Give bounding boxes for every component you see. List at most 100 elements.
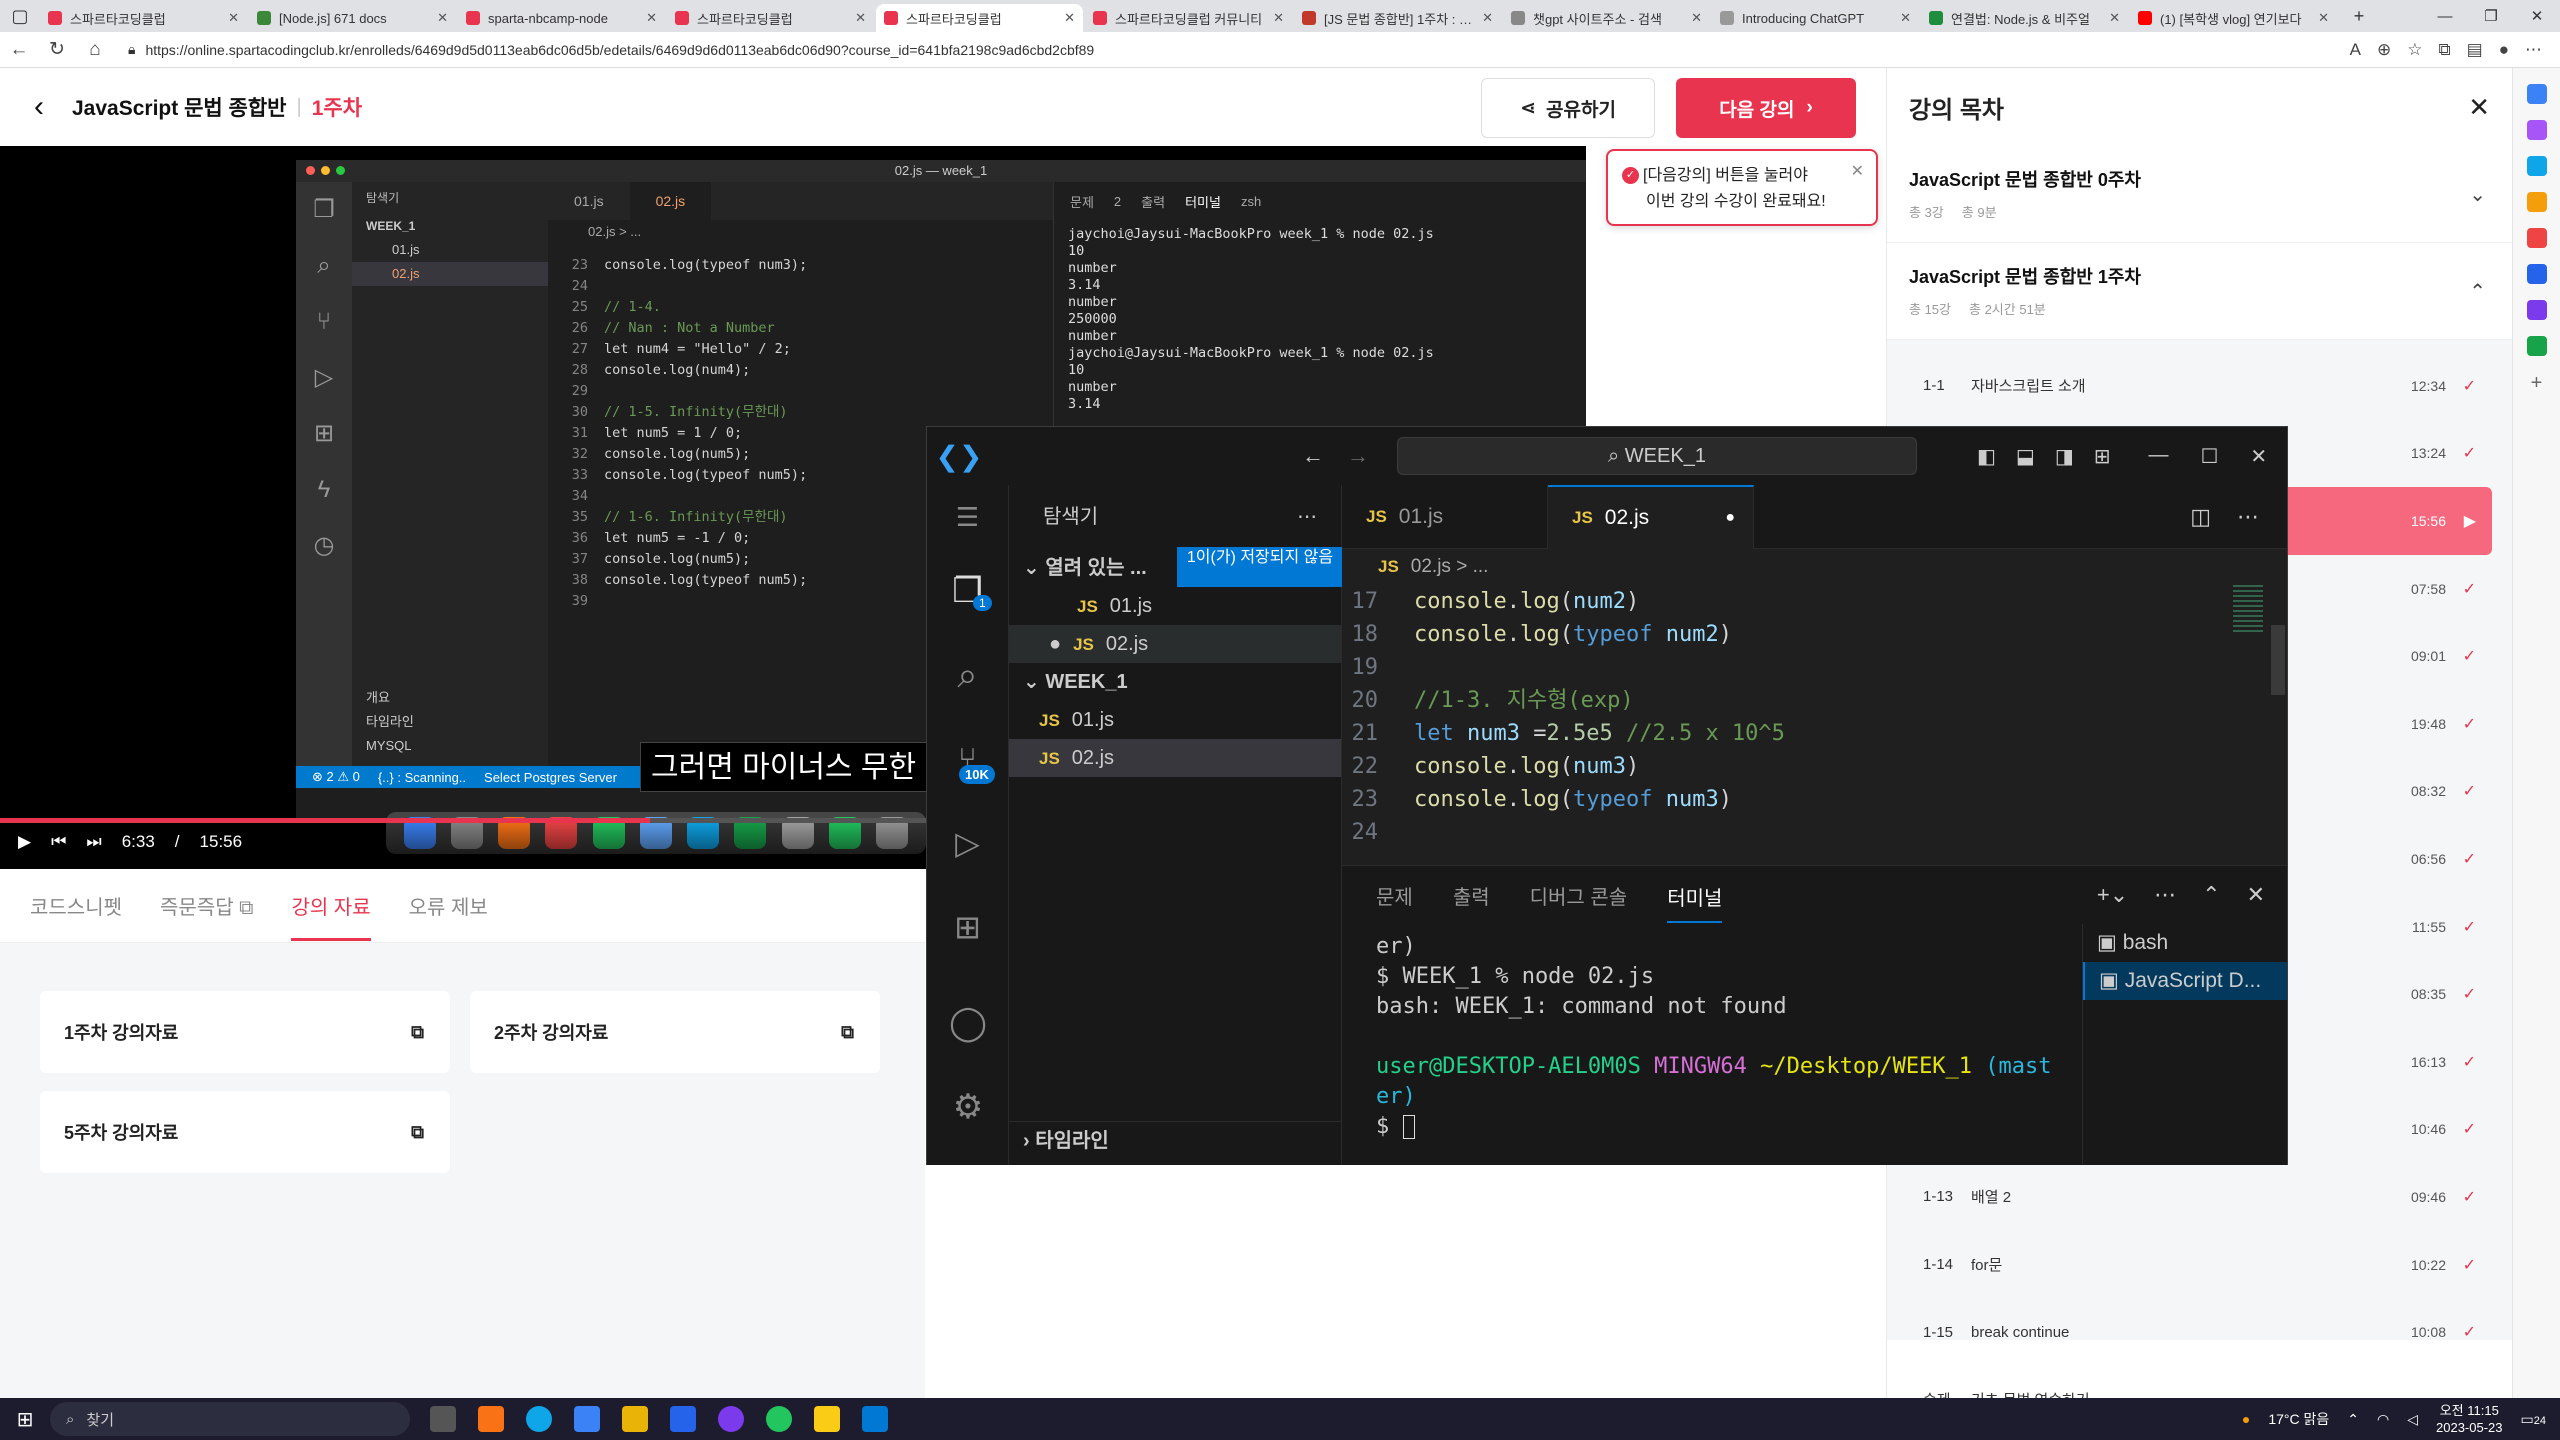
tab-actions-icon[interactable]: ▢: [0, 0, 40, 32]
lesson-item[interactable]: 1-1 자바스크립트 소개 12:34 ✓: [1907, 352, 2492, 420]
tab-close-icon[interactable]: ✕: [1482, 10, 1493, 26]
close-window-icon[interactable]: ✕: [2514, 0, 2560, 32]
edge-icon[interactable]: [526, 1406, 552, 1432]
close-curriculum-icon[interactable]: ✕: [2468, 92, 2490, 123]
wifi-icon[interactable]: ◠: [2377, 1411, 2389, 1428]
browser-tab[interactable]: Introducing ChatGPT ✕: [1712, 4, 1919, 32]
add-sidebar-icon[interactable]: +: [2527, 372, 2547, 394]
tray-chevron-icon[interactable]: ⌃: [2347, 1411, 2359, 1428]
lesson-item[interactable]: 1-13 배열 2 09:46 ✓: [1907, 1163, 2492, 1231]
back-icon[interactable]: ←: [0, 39, 38, 61]
volume-icon[interactable]: ◁: [2407, 1411, 2418, 1428]
run-debug-icon[interactable]: ▷: [927, 801, 1008, 885]
back-arrow-icon[interactable]: ‹: [34, 90, 44, 124]
minimap[interactable]: [2233, 585, 2263, 635]
open-editors-section[interactable]: ⌄ 열려 있는 ... 1이(가) 저장되지 않음: [1009, 547, 1343, 587]
folder-icon[interactable]: [622, 1406, 648, 1432]
read-aloud-icon[interactable]: A: [2350, 40, 2361, 60]
chevron-icon[interactable]: ⌃: [2469, 279, 2486, 304]
browser-tab[interactable]: 스파르타코딩클럽 ✕: [667, 4, 874, 32]
tab-close-icon[interactable]: ✕: [855, 10, 866, 26]
zoom-icon[interactable]: ⊕: [2377, 40, 2391, 60]
toggle-panel-icon[interactable]: ⬓: [2016, 444, 2035, 469]
settings-gear-icon[interactable]: ⚙: [927, 1065, 1009, 1149]
lesson-item[interactable]: 숙제기초 문법 연습하기: [1907, 1366, 2492, 1398]
tab-snippets[interactable]: 코드스니펫: [30, 891, 122, 920]
tab-qna[interactable]: 즉문즉답 ⧉: [160, 891, 253, 920]
open-editor-item[interactable]: JS 01.js: [1009, 587, 1341, 625]
url-field[interactable]: 🔒︎ https://online.spartacodingclub.kr/en…: [128, 41, 2350, 58]
tab-close-icon[interactable]: ✕: [228, 10, 239, 26]
extensions-icon[interactable]: ⊞: [927, 885, 1008, 969]
taskbar-search[interactable]: ⌕ 찾기: [50, 1402, 410, 1436]
maximize-icon[interactable]: ❐: [2468, 0, 2514, 32]
editor-more-icon[interactable]: ⋯: [2237, 504, 2259, 530]
new-tab-button[interactable]: +: [2339, 0, 2379, 32]
weather-text[interactable]: 17°C 맑음: [2268, 1409, 2329, 1429]
back-nav-icon[interactable]: ←: [1302, 443, 1324, 469]
extensions-icon[interactable]: ⧉: [2439, 40, 2451, 60]
tab-close-icon[interactable]: ✕: [1064, 10, 1075, 26]
panel-tab-problems[interactable]: 문제: [1376, 881, 1413, 910]
terminal-item[interactable]: ▣ bash: [2083, 924, 2287, 962]
tab-close-icon[interactable]: ✕: [1691, 10, 1702, 26]
file-item[interactable]: JS 02.js: [1009, 739, 1341, 777]
maximize-icon[interactable]: ☐: [2200, 444, 2218, 469]
minimize-icon[interactable]: —: [2148, 444, 2168, 469]
play-icon[interactable]: ▶: [18, 832, 31, 852]
browser-tab[interactable]: 챗gpt 사이트주소 - 검색 ✕: [1503, 4, 1710, 32]
office-icon[interactable]: [2526, 228, 2547, 248]
skip-back-icon[interactable]: ⏮: [51, 832, 66, 852]
forward-nav-icon[interactable]: →: [1347, 443, 1369, 469]
drop-icon[interactable]: [2526, 336, 2547, 356]
terminal-output[interactable]: er) $ WEEK_1 % node 02.js bash: WEEK_1: co…: [1342, 924, 2082, 1164]
browser-tab[interactable]: 연결법: Node.js & 비주얼 ✕: [1921, 4, 2128, 32]
close-icon[interactable]: ✕: [2250, 444, 2267, 469]
account-icon[interactable]: ◯: [927, 981, 1009, 1065]
timeline-section[interactable]: › 타임라인: [1009, 1121, 1342, 1159]
panel-more-icon[interactable]: ⋯: [2154, 882, 2176, 908]
home-icon[interactable]: ⌂: [76, 39, 114, 61]
mail-icon[interactable]: [670, 1406, 696, 1432]
panel-tab-debug[interactable]: 디버그 콘솔: [1530, 881, 1628, 910]
vscode-taskbar-icon[interactable]: [862, 1406, 888, 1432]
tab-close-icon[interactable]: ✕: [1273, 10, 1284, 26]
toggle-sidebar-icon[interactable]: ◧: [1977, 444, 1996, 469]
curriculum-section[interactable]: JavaScript 문법 종합반 1주차 총 15강 총 2시간 51분 ⌃: [1887, 243, 2512, 340]
designer-icon[interactable]: [2526, 300, 2547, 320]
layout-icon[interactable]: ⊞: [2094, 444, 2111, 469]
material-card[interactable]: 1주차 강의자료 ⧉: [40, 991, 450, 1073]
browser-tab[interactable]: sparta-nbcamp-node ✕: [458, 4, 665, 32]
tab-02js[interactable]: JS 02.js ●: [1548, 485, 1754, 549]
explorer-icon[interactable]: ❐ 1: [927, 549, 1008, 633]
browser-tab[interactable]: 스파르타코딩클럽 ✕: [876, 4, 1083, 32]
browser-tab[interactable]: (1) [복학생 vlog] 연기보다 ✕: [2130, 4, 2337, 32]
code-editor[interactable]: 17 console. log(num2) 18 console. log(typeof …: [1342, 585, 2287, 849]
outlook-icon[interactable]: [2526, 264, 2547, 284]
terminal-item[interactable]: ▣ JavaScript D...: [2083, 962, 2287, 1000]
chevron-icon[interactable]: ⌄: [2469, 182, 2486, 207]
tab-report[interactable]: 오류 제보: [409, 891, 488, 920]
folder-section[interactable]: ⌄ WEEK_1: [1009, 663, 1341, 701]
chrome-icon[interactable]: [766, 1406, 792, 1432]
favorite-icon[interactable]: ☆: [2407, 40, 2422, 60]
app-icon[interactable]: [718, 1406, 744, 1432]
tab-close-icon[interactable]: ✕: [646, 10, 657, 26]
share-button[interactable]: ⋖ 공유하기: [1481, 78, 1655, 138]
lesson-item[interactable]: 1-14 for문 10:22 ✓: [1907, 1231, 2492, 1299]
skip-forward-icon[interactable]: ⏭: [86, 832, 101, 852]
tooltip-close-icon[interactable]: ✕: [1851, 159, 1864, 185]
refresh-icon[interactable]: ↻: [38, 38, 76, 61]
next-lecture-button[interactable]: 다음 강의 ›: [1676, 78, 1856, 138]
tab-01js[interactable]: JS 01.js: [1342, 485, 1548, 549]
tab-close-icon[interactable]: ✕: [437, 10, 448, 26]
editor-scrollbar[interactable]: [2271, 625, 2285, 695]
windows-start-icon[interactable]: ⊞: [0, 1407, 50, 1432]
panel-tab-terminal[interactable]: 터미널: [1667, 868, 1723, 923]
file-item[interactable]: JS 01.js: [1009, 701, 1341, 739]
search-icon[interactable]: ⌕: [927, 633, 1008, 717]
new-terminal-icon[interactable]: +⌄: [2097, 882, 2128, 908]
source-control-icon[interactable]: ⑂ 10K: [927, 717, 1008, 801]
more-icon[interactable]: ⋯: [2525, 40, 2542, 60]
collections-icon[interactable]: ▤: [2467, 40, 2483, 60]
